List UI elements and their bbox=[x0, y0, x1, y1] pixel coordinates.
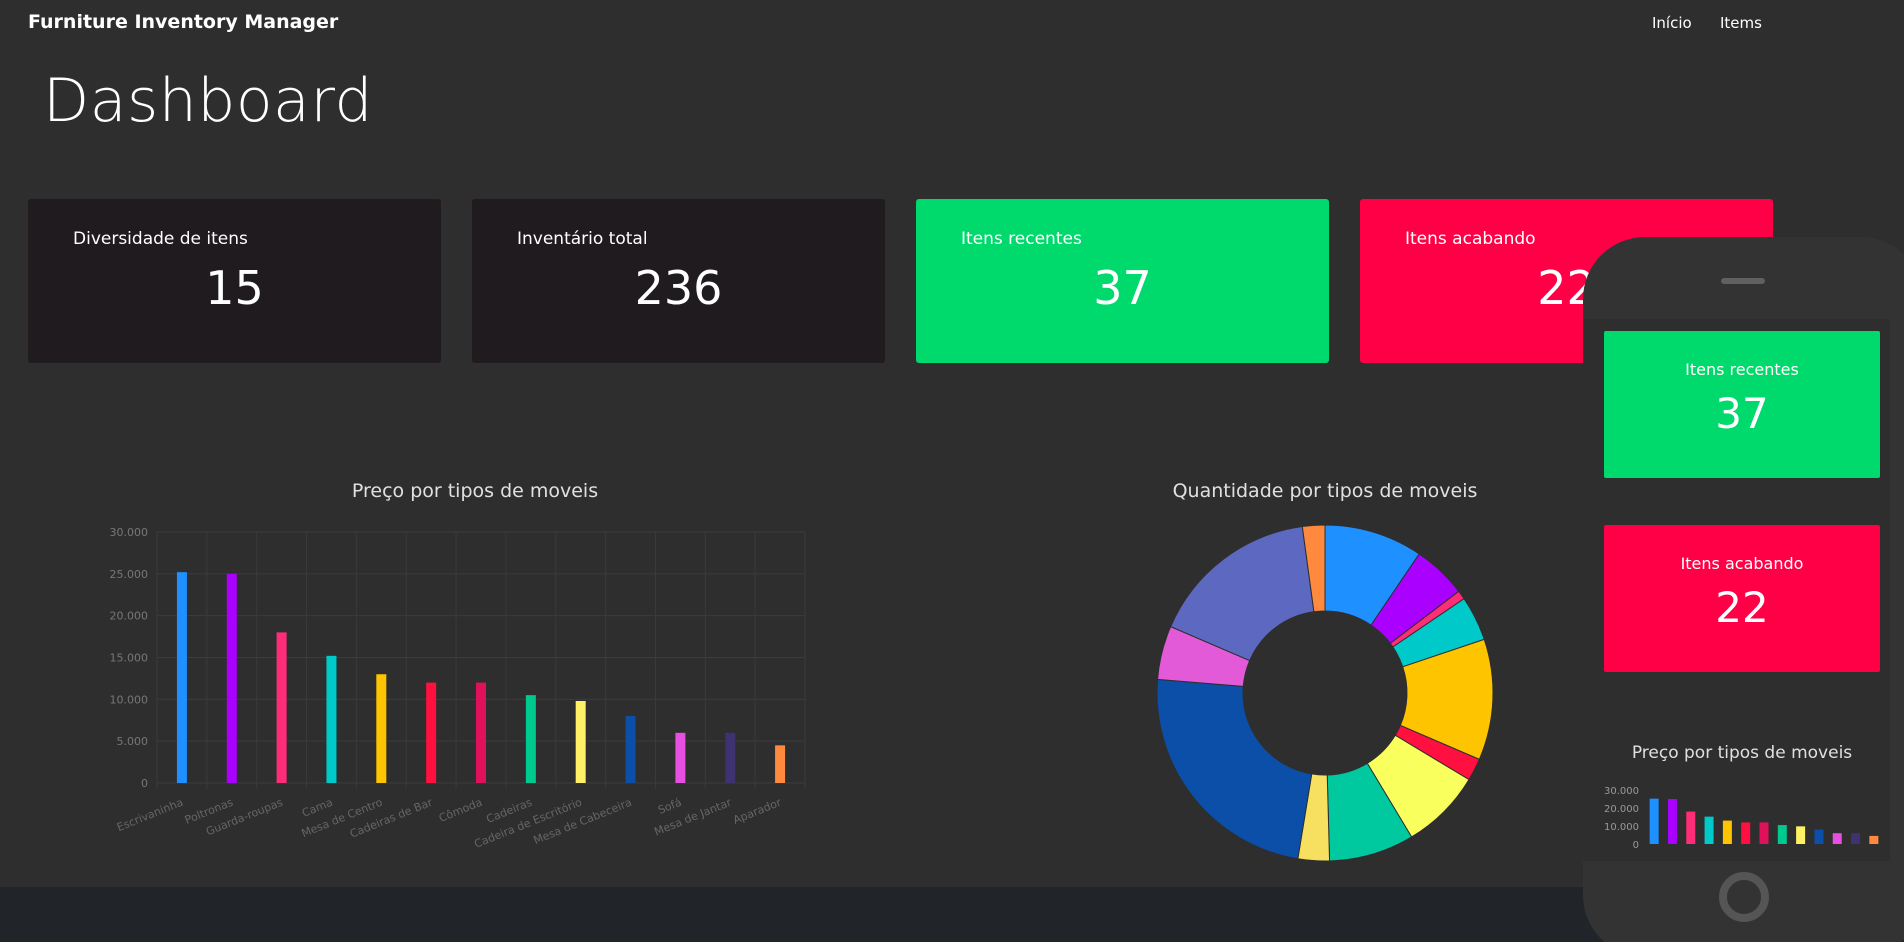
mobile-bar bbox=[1722, 820, 1732, 844]
mobile-card-recentes: Itens recentes 37 bbox=[1604, 331, 1880, 478]
bar bbox=[725, 732, 736, 783]
mobile-bar-chart: 30.000 20.000 10.000 0 bbox=[1604, 786, 1879, 851]
card-value: 15 bbox=[205, 261, 264, 315]
mobile-bar bbox=[1686, 811, 1696, 844]
brand-link[interactable]: Furniture Inventory Manager bbox=[28, 11, 338, 33]
phone-mockup: Itens recentes 37 Itens acabando 22 Preç… bbox=[1583, 237, 1904, 942]
y-tick-label: 0 bbox=[141, 777, 148, 790]
x-tick-label: Cômoda bbox=[437, 796, 484, 825]
card-label: Diversidade de itens bbox=[73, 229, 248, 249]
mobile-bar bbox=[1649, 798, 1659, 844]
bar bbox=[176, 572, 187, 783]
y-tick-label: 30.000 bbox=[110, 526, 148, 539]
bar-chart-title: Preço por tipos de moveis bbox=[351, 480, 599, 502]
mobile-y-tick-label: 30.000 bbox=[1604, 786, 1639, 797]
card-diversidade: Diversidade de itens 15 bbox=[28, 199, 441, 363]
nav-link-inicio[interactable]: Início bbox=[1652, 14, 1692, 32]
mobile-y-tick-label: 0 bbox=[1633, 840, 1639, 851]
bar-chart: 30.000 25.000 20.000 15.000 10.000 5.000 0 Escr… bbox=[110, 526, 806, 851]
bar bbox=[326, 655, 337, 783]
phone-speaker bbox=[1721, 278, 1765, 284]
mobile-bar bbox=[1704, 816, 1714, 844]
bar bbox=[575, 701, 586, 783]
mobile-card-label: Itens recentes bbox=[1685, 360, 1799, 379]
card-label: Itens acabando bbox=[1405, 229, 1536, 249]
y-tick-label: 20.000 bbox=[110, 610, 148, 623]
y-tick-label: 10.000 bbox=[110, 693, 148, 706]
bar bbox=[625, 716, 636, 783]
mobile-card-value: 37 bbox=[1715, 389, 1769, 438]
bar bbox=[476, 682, 486, 783]
nav-link-items[interactable]: Items bbox=[1720, 14, 1762, 32]
bar bbox=[525, 695, 536, 783]
x-tick-label: Sofá bbox=[656, 796, 683, 817]
card-value: 236 bbox=[634, 261, 723, 315]
card-recentes: Itens recentes 37 bbox=[916, 199, 1329, 363]
y-tick-label: 15.000 bbox=[110, 652, 148, 665]
mobile-y-tick-label: 10.000 bbox=[1604, 822, 1639, 833]
mobile-bar bbox=[1796, 826, 1806, 844]
mobile-bar bbox=[1777, 825, 1787, 844]
page-title: Dashboard bbox=[43, 66, 374, 136]
mobile-chart-title: Preço por tipos de moveis bbox=[1631, 743, 1853, 763]
mobile-bar bbox=[1759, 822, 1769, 844]
phone-screen: Itens recentes 37 Itens acabando 22 Preç… bbox=[1583, 319, 1890, 861]
doughnut-chart-title: Quantidade por tipos de moveis bbox=[1172, 480, 1478, 502]
mobile-bar bbox=[1741, 822, 1751, 844]
bar bbox=[675, 732, 686, 783]
mobile-y-tick-label: 20.000 bbox=[1604, 804, 1639, 815]
doughnut-chart bbox=[1156, 524, 1494, 862]
bar bbox=[376, 674, 387, 783]
x-tick-label: Aparador bbox=[731, 796, 783, 827]
bar bbox=[775, 745, 786, 783]
bar bbox=[276, 632, 287, 783]
x-tick-label: Escrivaninha bbox=[115, 796, 185, 834]
bar bbox=[226, 573, 237, 783]
mobile-bar bbox=[1667, 799, 1677, 844]
card-label: Inventário total bbox=[517, 229, 648, 249]
navbar: Furniture Inventory Manager Início Items bbox=[0, 0, 1904, 46]
bar bbox=[426, 682, 437, 783]
y-tick-label: 5.000 bbox=[117, 735, 149, 748]
mobile-bar bbox=[1851, 833, 1861, 844]
mobile-card-value: 22 bbox=[1715, 583, 1769, 632]
card-inventario: Inventário total 236 bbox=[472, 199, 885, 363]
mobile-bar bbox=[1869, 835, 1879, 844]
card-label: Itens recentes bbox=[961, 229, 1082, 249]
mobile-card-acabando: Itens acabando 22 bbox=[1604, 525, 1880, 672]
mobile-bar bbox=[1832, 833, 1842, 844]
mobile-card-label: Itens acabando bbox=[1680, 554, 1804, 573]
phone-home-button[interactable] bbox=[1719, 872, 1769, 922]
doughnut-slice bbox=[1156, 678, 1313, 860]
card-value: 37 bbox=[1093, 261, 1152, 315]
y-tick-label: 25.000 bbox=[110, 568, 148, 581]
mobile-bar bbox=[1814, 829, 1824, 844]
